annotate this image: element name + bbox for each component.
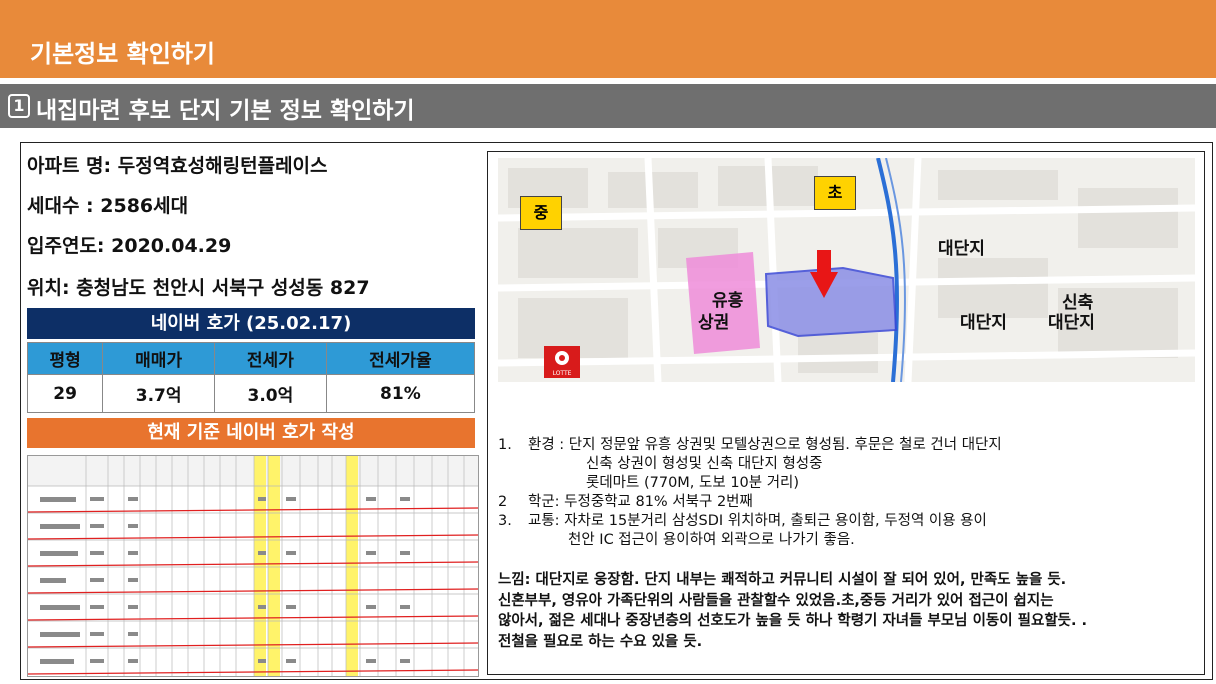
note-text: 천안 IC 접근이 용이하여 외곽으로 나가기 좋음. — [568, 532, 855, 548]
price-header-ratio: 전세가율 — [325, 342, 476, 375]
naver-price-title: 네이버 호가 (25.02.17) — [27, 308, 475, 339]
note-transport: 3. 교통: 자차로 15분거리 삼성SDI 위치하며, 출퇴근 용이함, 두정… — [498, 512, 1198, 531]
map-label-big-complex-1: 대단지 — [938, 239, 985, 259]
map-label-commerce-b: 상권 — [698, 313, 730, 333]
top-header-band: 기본정보 확인하기 — [0, 0, 1216, 78]
impression-line: 느낌: 대단지로 웅장함. 단지 내부는 쾌적하고 커뮤니티 시설이 잘 되어 … — [498, 572, 1067, 588]
note-text: 신축 상권이 형성및 신축 대단지 형성중 — [586, 456, 823, 472]
svg-text:LOTTE: LOTTE — [553, 370, 572, 377]
section-number-badge: 1 — [8, 94, 30, 118]
impression-text: 느낌: 대단지로 웅장함. 단지 내부는 쾌적하고 커뮤니티 시설이 잘 되어 … — [498, 570, 1198, 652]
apartment-name: 아파트 명: 두정역효성해링턴플레이스 — [27, 155, 328, 177]
notes-list: 1. 환경 : 단지 정문앞 유흥 상권및 모텔상권으로 형성됨. 후문은 철로… — [498, 436, 1198, 550]
household-count: 세대수 : 2586세대 — [27, 195, 189, 217]
map-and-notes-panel: LOTTE 중 초 대단지 대단지 신축 대단지 유흥 상권 1. 환경 : 단… — [487, 151, 1205, 675]
impression-line: 신혼부부, 영유아 가족단위의 사람들을 관찰할수 있었음.초,중등 거리가 있… — [498, 592, 1054, 609]
spreadsheet-screenshot — [27, 455, 479, 677]
map-label-new-b: 대단지 — [1048, 313, 1095, 333]
section-bar: 1 내집마련 후보 단지 기본 정보 확인하기 — [0, 84, 1216, 128]
price-jeonse: 3.0억 — [214, 374, 327, 413]
note-school: 2 학군: 두정중학교 81% 서북구 2번째 — [498, 493, 1198, 512]
slide: 기본정보 확인하기 1 내집마련 후보 단지 기본 정보 확인하기 아파트 명:… — [0, 0, 1216, 684]
note-text: 교통: 자차로 15분거리 삼성SDI 위치하며, 출퇴근 용이함, 두정역 이… — [528, 513, 987, 529]
price-ratio: 81% — [325, 374, 476, 413]
content-frame: 아파트 명: 두정역효성해링턴플레이스 세대수 : 2586세대 입주연도: 2… — [20, 142, 1213, 680]
spreadsheet-image — [28, 456, 478, 676]
page-title: 기본정보 확인하기 — [30, 40, 215, 68]
price-table-row: 29 3.7억 3.0억 81% — [26, 374, 476, 413]
impression-line: 전철을 필요로 하는 수요 있을 듯. — [498, 633, 703, 650]
middle-school-tag: 중 — [520, 196, 562, 230]
price-header-sale: 매매가 — [102, 342, 216, 375]
note-text: 환경 : 단지 정문앞 유흥 상권및 모텔상권으로 형성됨. 후문은 철로 건너… — [528, 437, 1002, 453]
price-size: 29 — [26, 374, 104, 413]
note-environment: 1. 환경 : 단지 정문앞 유흥 상권및 모텔상권으로 형성됨. 후문은 철로… — [498, 436, 1198, 455]
price-header-jeonse: 전세가 — [214, 342, 327, 375]
note-text: 학군: 두정중학교 81% 서북구 2번째 — [528, 494, 753, 510]
note-number: 3. — [498, 513, 512, 529]
impression-line: 않아서, 젊은 세대나 중장년층의 선호도가 높을 듯 하나 학령기 자녀들 부… — [498, 613, 1088, 629]
elementary-school-tag: 초 — [814, 176, 856, 210]
note-number: 1. — [498, 437, 512, 453]
map-label-big-complex-2: 대단지 — [960, 313, 1007, 333]
price-table-header-row: 평형 매매가 전세가 전세가율 — [26, 342, 476, 375]
location: 위치: 충청남도 천안시 서북구 성성동 827 — [27, 277, 370, 299]
price-header-size: 평형 — [26, 342, 104, 375]
move-in-date: 입주연도: 2020.04.29 — [27, 235, 232, 257]
note-text: 롯데마트 (770M, 도보 10분 거리) — [586, 475, 800, 491]
price-table: 평형 매매가 전세가 전세가율 29 3.7억 3.0억 81% — [26, 342, 476, 413]
note-number: 2 — [498, 494, 508, 510]
map-screenshot: LOTTE 중 초 대단지 대단지 신축 대단지 유흥 상권 — [498, 158, 1195, 382]
section-title: 내집마련 후보 단지 기본 정보 확인하기 — [36, 98, 415, 124]
write-price-banner: 현재 기준 네이버 호가 작성 — [27, 418, 475, 448]
price-sale: 3.7억 — [102, 374, 216, 413]
